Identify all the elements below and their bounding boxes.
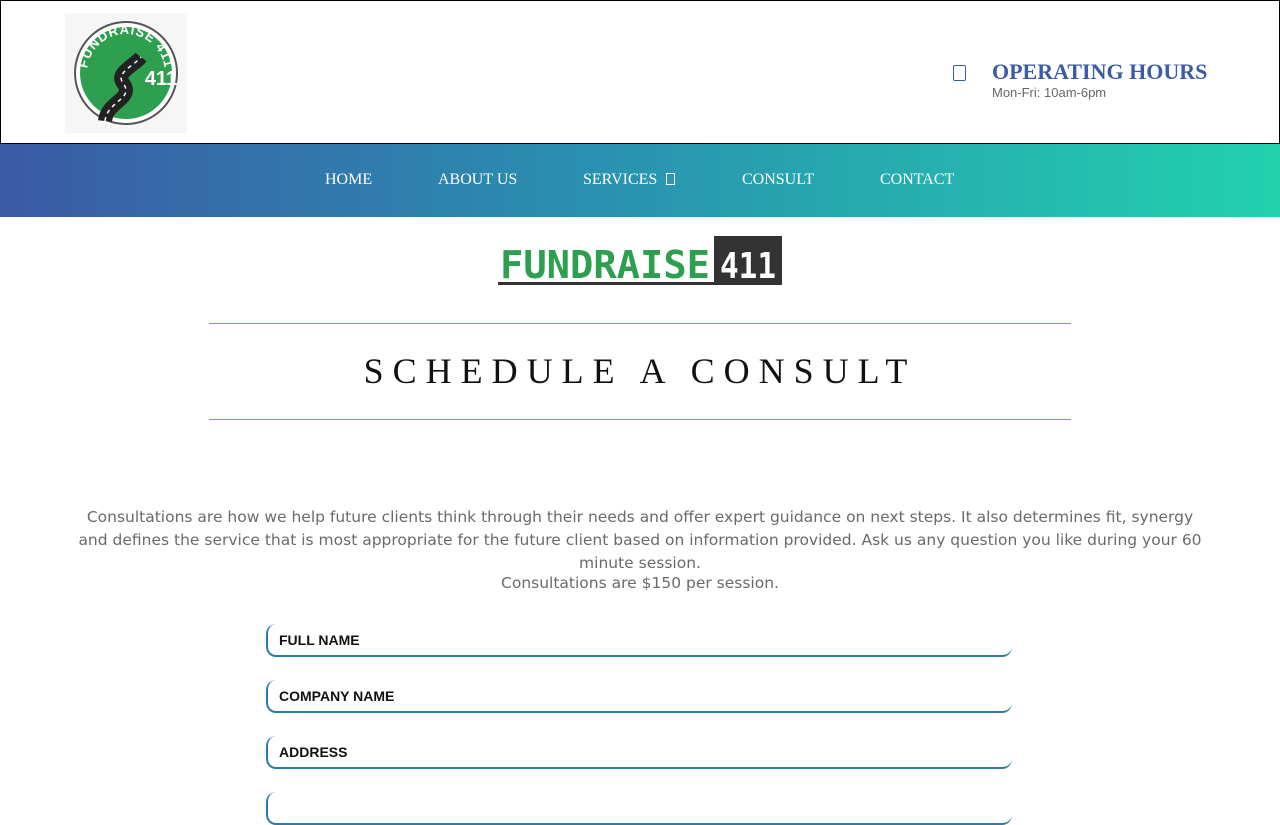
hours-detail: Mon-Fri: 10am-6pm bbox=[992, 85, 1107, 100]
title-divider-bottom bbox=[209, 419, 1071, 420]
address-field-wrapper bbox=[266, 736, 1012, 769]
brand-logo: FUNDRAISE 411 bbox=[498, 236, 782, 287]
main-nav: HOME ABOUT US SERVICES CONSULT CONTACT bbox=[0, 144, 1280, 217]
nav-contact[interactable]: CONTACT bbox=[880, 171, 954, 189]
nav-about-us[interactable]: ABOUT US bbox=[438, 171, 517, 189]
brand-text-dark: 411 bbox=[720, 246, 776, 286]
nav-services-label: SERVICES bbox=[583, 171, 658, 188]
brand-wordmark: FUNDRAISE 411 bbox=[498, 236, 782, 287]
nav-consult[interactable]: CONSULT bbox=[742, 171, 814, 189]
site-logo[interactable]: 411 FUNDRAISE 411 bbox=[65, 13, 187, 133]
next-input[interactable] bbox=[268, 792, 1012, 823]
full-name-field-wrapper bbox=[266, 624, 1012, 657]
site-header: 411 FUNDRAISE 411 OPERATING HOURS Mon-Fr… bbox=[0, 0, 1280, 144]
address-input[interactable] bbox=[268, 736, 1012, 767]
nav-home[interactable]: HOME bbox=[325, 171, 372, 189]
clock-icon bbox=[953, 65, 966, 81]
logo-badge-icon: 411 FUNDRAISE 411 bbox=[74, 21, 178, 125]
hours-title: OPERATING HOURS bbox=[992, 59, 1208, 84]
company-name-input[interactable] bbox=[268, 680, 1012, 711]
price-note: Consultations are $150 per session. bbox=[501, 574, 779, 592]
intro-paragraph: Consultations are how we help future cli… bbox=[78, 508, 1202, 572]
submenu-indicator-icon bbox=[666, 173, 676, 185]
next-field-wrapper bbox=[266, 792, 1012, 825]
svg-text:411: 411 bbox=[145, 68, 177, 90]
nav-services[interactable]: SERVICES bbox=[583, 171, 676, 189]
title-divider-top bbox=[209, 323, 1071, 324]
brand-text-green: FUNDRAISE bbox=[500, 243, 710, 286]
full-name-input[interactable] bbox=[268, 624, 1012, 655]
company-name-field-wrapper bbox=[266, 680, 1012, 713]
page-title: SCHEDULE A CONSULT bbox=[363, 351, 917, 391]
